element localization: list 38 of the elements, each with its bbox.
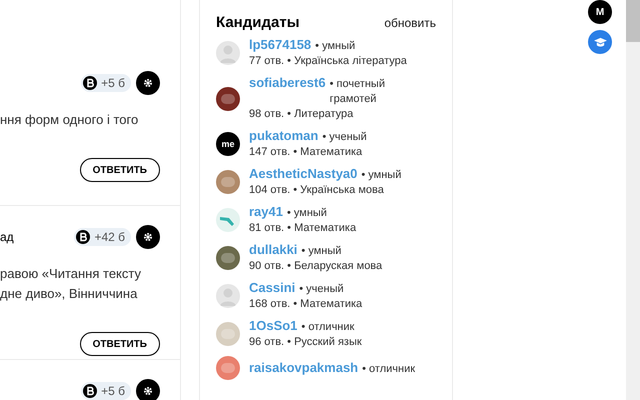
username-link[interactable]: dullakki [249,242,298,257]
answer-stats-text: 147 отв. • Математика [249,145,364,160]
answer-button[interactable]: ОТВЕТИТЬ [80,332,160,356]
username-link[interactable]: ray41 [249,204,283,219]
answer-stats-text: 81 отв. • Математика [249,221,356,236]
refresh-link[interactable]: обновить [384,16,436,30]
answer-stats-text: 77 отв. • Українська лiтература [249,54,407,69]
points-badge: +5 б [81,382,131,400]
username-link[interactable]: raisakovpakmash [249,360,358,374]
rank-text: • почетный грамотей [330,77,386,107]
answer-stats-text: 96 отв. • Русский язык [249,335,362,350]
rank-text: • ученый [322,130,367,145]
answer-stats-text: 168 отв. • Математика [249,297,362,312]
username-link[interactable]: AestheticNastya0 [249,166,358,181]
points-badge: +5 б [81,74,131,92]
question-text: ння форм одного і того [0,111,140,129]
rank-text: • умный [361,168,402,183]
question-text: равою «Читання тексту дне диво», Вінниччина [0,265,142,303]
avatar[interactable]: me [216,132,240,156]
rank-text: • умный [286,206,327,221]
answer-stats-text: 104 отв. • Українська мова [249,183,385,198]
subject-text: ад [0,230,14,244]
rank-text: • умный [315,39,356,54]
points-badge: +42 б [74,228,131,246]
username-link[interactable]: Cassini [249,280,296,295]
rank-text: • ученый [299,282,344,297]
rank-text: • умный [301,244,342,259]
user-avatar[interactable]: M [588,0,612,24]
answer-button[interactable]: ОТВЕТИТЬ [80,158,160,182]
panel-title: Кандидаты [216,14,300,31]
rank-text: • отличник [301,320,354,335]
answer-stats-text: 98 отв. • Литература [249,107,354,122]
username-link[interactable]: pukatoman [249,128,318,143]
answer-stats-text: 90 отв. • Беларуская мова [249,259,382,274]
username-link[interactable]: lp5674158 [249,37,312,52]
username-link[interactable]: sofiaberest6 [249,75,326,90]
username-link[interactable]: 1OsSo1 [249,318,298,333]
rank-text: • отличник [362,362,416,376]
